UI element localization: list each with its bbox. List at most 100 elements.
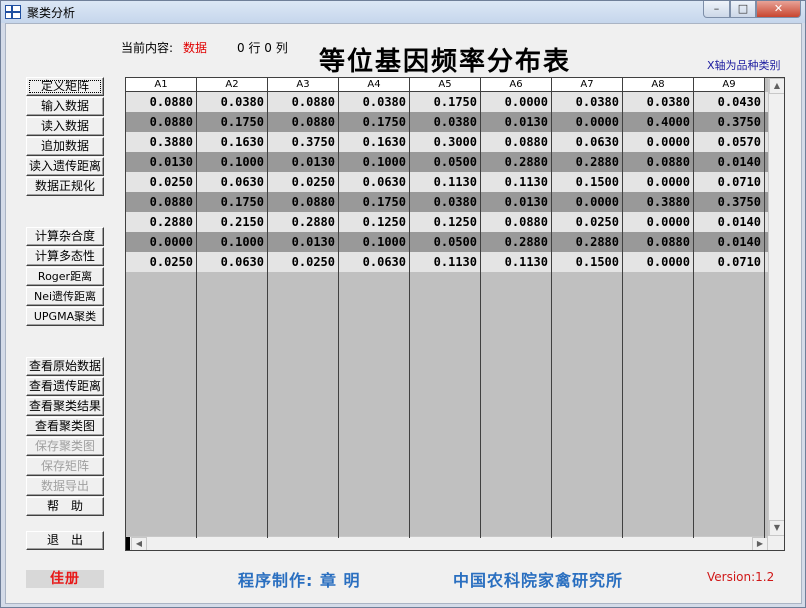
table-cell[interactable]: 0.2880: [481, 232, 552, 252]
normalize-data-button[interactable]: 数据正规化: [26, 177, 104, 196]
table-cell[interactable]: 0.0880: [126, 92, 197, 112]
table-cell[interactable]: 0.0130: [126, 152, 197, 172]
calc-polymorphism-button[interactable]: 计算多态性: [26, 247, 104, 266]
table-cell[interactable]: 0.3750: [694, 192, 765, 212]
table-cell[interactable]: 0.0630: [197, 252, 268, 272]
nei-distance-button[interactable]: Nei遗传距离: [26, 287, 104, 306]
table-cell[interactable]: 0.1000: [197, 152, 268, 172]
table-cell[interactable]: 0.0630: [339, 172, 410, 192]
table-cell[interactable]: 0.0570: [694, 132, 765, 152]
table-row[interactable]: 0.0880 0.0380 0.0880 0.0380 0.1750 0.0000 0.03…: [126, 92, 768, 112]
table-cell[interactable]: 0.0000: [552, 112, 623, 132]
scroll-down-arrow-icon[interactable]: ▼: [769, 520, 784, 536]
table-row[interactable]: 0.0880 0.1750 0.0880 0.1750 0.0380 0.0130 0.00…: [126, 192, 768, 212]
table-cell[interactable]: 0.0380: [339, 92, 410, 112]
table-cell[interactable]: 0.0000: [623, 212, 694, 232]
table-cell[interactable]: 0.1500: [552, 252, 623, 272]
table-cell[interactable]: 0.1130: [410, 252, 481, 272]
table-cell[interactable]: 0.1750: [197, 192, 268, 212]
calc-heterozygosity-button[interactable]: 计算杂合度: [26, 227, 104, 246]
table-cell[interactable]: 0.0250: [126, 252, 197, 272]
table-cell[interactable]: 0.0140: [694, 152, 765, 172]
table-cell[interactable]: 0.0000: [623, 132, 694, 152]
table-cell[interactable]: 0.0500: [410, 232, 481, 252]
table-cell[interactable]: 0.0880: [623, 232, 694, 252]
table-cell[interactable]: 0.1750: [410, 92, 481, 112]
table-cell[interactable]: 0.0880: [623, 152, 694, 172]
table-cell[interactable]: 0.1000: [339, 152, 410, 172]
table-cell[interactable]: 0.0880: [268, 92, 339, 112]
table-cell[interactable]: 0.0130: [268, 152, 339, 172]
table-cell[interactable]: 0.0130: [481, 192, 552, 212]
table-cell[interactable]: 0.0710: [694, 252, 765, 272]
table-cell[interactable]: 0.0130: [268, 232, 339, 252]
table-cell[interactable]: 0.0880: [481, 212, 552, 232]
table-cell[interactable]: 0.0880: [481, 132, 552, 152]
table-cell[interactable]: 0.0000: [623, 172, 694, 192]
table-cell[interactable]: 0.0130: [481, 112, 552, 132]
table-cell[interactable]: 0.2880: [552, 232, 623, 252]
view-cluster-chart-button[interactable]: 查看聚类图: [26, 417, 104, 436]
table-cell[interactable]: 0.4000: [623, 112, 694, 132]
column-header[interactable]: A1: [126, 78, 197, 92]
table-cell[interactable]: 0.1130: [410, 172, 481, 192]
column-header[interactable]: A6: [481, 78, 552, 92]
input-data-button[interactable]: 输入数据: [26, 97, 104, 116]
view-cluster-result-button[interactable]: 查看聚类结果: [26, 397, 104, 416]
table-cell[interactable]: 0.3750: [694, 112, 765, 132]
table-cell[interactable]: 0.0250: [126, 172, 197, 192]
table-cell[interactable]: 0.0140: [694, 232, 765, 252]
scroll-left-arrow-icon[interactable]: ◀: [131, 537, 147, 550]
table-cell[interactable]: 0.0000: [126, 232, 197, 252]
column-header[interactable]: A7: [552, 78, 623, 92]
minimize-button[interactable]: –: [703, 1, 730, 18]
close-button[interactable]: ✕: [756, 1, 801, 18]
table-cell[interactable]: 0.1630: [197, 132, 268, 152]
scroll-right-arrow-icon[interactable]: ▶: [752, 537, 768, 550]
table-cell[interactable]: 0.0430: [694, 92, 765, 112]
table-cell[interactable]: 0.0630: [552, 132, 623, 152]
append-data-button[interactable]: 追加数据: [26, 137, 104, 156]
table-row[interactable]: 0.0880 0.1750 0.0880 0.1750 0.0380 0.0130 0.00…: [126, 112, 768, 132]
table-cell[interactable]: 0.0380: [410, 112, 481, 132]
table-cell[interactable]: 0.1750: [339, 192, 410, 212]
table-cell[interactable]: 0.0880: [268, 112, 339, 132]
table-row[interactable]: 0.3880 0.1630 0.3750 0.1630 0.3000 0.0880 0.06…: [126, 132, 768, 152]
table-cell[interactable]: 0.0140: [694, 212, 765, 232]
table-cell[interactable]: 0.0000: [623, 252, 694, 272]
help-button[interactable]: 帮 助: [26, 497, 104, 516]
table-row[interactable]: 0.0000 0.1000 0.0130 0.1000 0.0500 0.2880 0.28…: [126, 232, 768, 252]
horizontal-scrollbar[interactable]: ◀ ▶: [126, 536, 768, 550]
table-cell[interactable]: 0.0630: [339, 252, 410, 272]
table-cell[interactable]: 0.0380: [410, 192, 481, 212]
save-cluster-chart-button[interactable]: 保存聚类图: [26, 437, 104, 456]
roger-distance-button[interactable]: Roger距离: [26, 267, 104, 286]
table-row[interactable]: 0.0130 0.1000 0.0130 0.1000 0.0500 0.2880 0.28…: [126, 152, 768, 172]
read-data-button[interactable]: 读入数据: [26, 117, 104, 136]
frequency-grid[interactable]: A1 A2 A3 A4 A5 A6 A7 A8 A9 0.0880 0.0380 0.0880 0.0…: [125, 77, 785, 551]
column-header[interactable]: A2: [197, 78, 268, 92]
define-matrix-button[interactable]: 定义矩阵: [26, 77, 104, 96]
table-cell[interactable]: 0.1250: [410, 212, 481, 232]
table-cell[interactable]: 0.0880: [126, 112, 197, 132]
table-cell[interactable]: 0.0380: [197, 92, 268, 112]
table-cell[interactable]: 0.2880: [481, 152, 552, 172]
table-cell[interactable]: 0.0250: [268, 172, 339, 192]
table-cell[interactable]: 0.0250: [552, 212, 623, 232]
scroll-up-arrow-icon[interactable]: ▲: [769, 78, 784, 94]
table-cell[interactable]: 0.2150: [197, 212, 268, 232]
table-cell[interactable]: 0.1000: [339, 232, 410, 252]
exit-button[interactable]: 退 出: [26, 531, 104, 550]
table-cell[interactable]: 0.0250: [268, 252, 339, 272]
table-row[interactable]: 0.0250 0.0630 0.0250 0.0630 0.1130 0.1130 0.15…: [126, 172, 768, 192]
table-cell[interactable]: 0.2880: [552, 152, 623, 172]
table-cell[interactable]: 0.0630: [197, 172, 268, 192]
save-matrix-button[interactable]: 保存矩阵: [26, 457, 104, 476]
table-cell[interactable]: 0.3000: [410, 132, 481, 152]
table-cell[interactable]: 0.0000: [481, 92, 552, 112]
table-cell[interactable]: 0.2880: [126, 212, 197, 232]
table-cell[interactable]: 0.1750: [339, 112, 410, 132]
table-cell[interactable]: 0.0000: [552, 192, 623, 212]
export-data-button[interactable]: 数据导出: [26, 477, 104, 496]
view-raw-data-button[interactable]: 查看原始数据: [26, 357, 104, 376]
